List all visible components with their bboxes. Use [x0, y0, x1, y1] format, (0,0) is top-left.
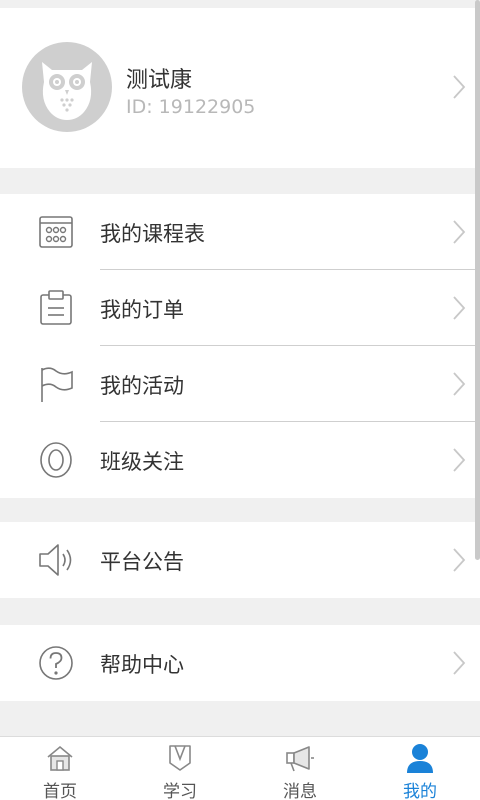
chevron-right-icon: [453, 448, 466, 472]
profile-name: 测试康: [126, 68, 193, 93]
question-icon: [39, 646, 73, 680]
eye-icon: [40, 442, 72, 478]
profile-id: ID: 19122905: [126, 96, 256, 118]
tab-label: 学习: [163, 782, 197, 800]
calendar-grid-icon: [39, 216, 73, 248]
chevron-right-icon: [453, 296, 466, 320]
menu-group-help: 帮助中心: [0, 625, 480, 701]
menu-group-notice: 平台公告: [0, 522, 480, 598]
scrollbar[interactable]: [475, 0, 480, 560]
chevron-right-icon: [453, 548, 466, 572]
profile-card[interactable]: 测试康 ID: 19122905: [0, 8, 480, 168]
megaphone-icon: [286, 746, 314, 772]
home-icon: [47, 745, 73, 771]
tab-label: 消息: [283, 782, 317, 800]
tab-study[interactable]: 学习: [120, 737, 240, 800]
menu-item-label: 帮助中心: [100, 653, 184, 677]
my-page-screen: 测试康 ID: 19122905 我的课程表 我的订单 我的活动 班级关注 平台…: [0, 0, 480, 800]
chevron-right-icon: [453, 220, 466, 244]
avatar[interactable]: [22, 42, 112, 132]
menu-item-class-follow[interactable]: 班级关注: [0, 422, 480, 498]
tab-messages[interactable]: 消息: [240, 737, 360, 800]
menu-item-label: 我的活动: [100, 374, 184, 398]
menu-item-label: 班级关注: [100, 450, 184, 474]
menu-item-orders[interactable]: 我的订单: [0, 270, 480, 346]
chevron-right-icon: [453, 75, 466, 99]
menu-item-label: 我的课程表: [100, 222, 205, 246]
person-icon: [407, 744, 433, 773]
clipboard-icon: [40, 290, 72, 325]
bottom-tab-bar: 首页 学习 消息 我的: [0, 736, 480, 800]
chevron-right-icon: [453, 651, 466, 675]
tab-label: 首页: [43, 782, 77, 800]
tab-mine[interactable]: 我的: [360, 737, 480, 800]
menu-item-label: 我的订单: [100, 298, 184, 322]
chevron-right-icon: [453, 372, 466, 396]
menu-item-help-center[interactable]: 帮助中心: [0, 625, 480, 701]
tab-home[interactable]: 首页: [0, 737, 120, 800]
menu-item-label: 平台公告: [100, 550, 184, 574]
speaker-icon: [39, 544, 72, 576]
menu-item-activities[interactable]: 我的活动: [0, 346, 480, 422]
menu-item-announcements[interactable]: 平台公告: [0, 522, 480, 598]
owl-avatar-icon: [42, 62, 92, 120]
tab-label: 我的: [403, 782, 437, 800]
menu-item-schedule[interactable]: 我的课程表: [0, 194, 480, 270]
flag-icon: [41, 367, 73, 402]
menu-group-main: 我的课程表 我的订单 我的活动 班级关注: [0, 194, 480, 498]
book-icon: [169, 745, 191, 771]
